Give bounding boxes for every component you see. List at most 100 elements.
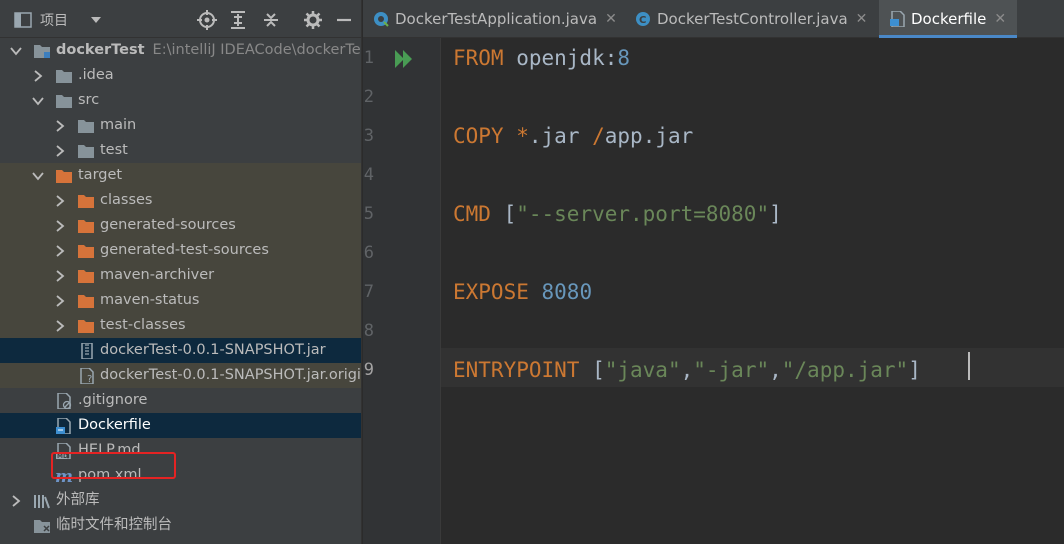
tree-item-label: target [78,167,123,183]
tab-docker-test-controller[interactable]: C DockerTestController.java ✕ [625,0,879,38]
maven-pom-icon: m [55,468,73,484]
tab-dockerfile[interactable]: Dockerfile ✕ [879,0,1017,38]
tree-item-pom-xml[interactable]: m pom.xml [0,463,361,488]
run-icon[interactable] [393,48,415,70]
code-line: COPY *.jar /app.jar [453,124,693,148]
chevron-down-icon[interactable] [10,45,22,57]
expand-all-icon[interactable] [229,10,247,30]
java-class-icon: C [636,12,650,26]
chevron-right-icon[interactable] [54,320,66,332]
tree-item-label: pom.xml [78,467,142,483]
close-icon[interactable]: ✕ [605,11,617,27]
module-folder-icon [34,45,50,58]
tree-item-generated-sources[interactable]: generated-sources [0,213,361,238]
line-number-gutter: 1 2 3 4 5 6 7 8 9 [363,38,441,544]
excluded-folder-icon [78,295,94,308]
settings-gear-icon[interactable] [303,10,323,30]
code-editor[interactable]: 123456789 FROM openjdk:8 COPY *.jar /app.… [363,38,1064,544]
svg-text:m: m [55,468,73,484]
code-token: [ [579,358,605,382]
chevron-right-icon[interactable] [54,295,66,307]
tree-item-classes[interactable]: classes [0,188,361,213]
code-token: 8080 [541,280,593,304]
tree-item-external-libraries[interactable]: 外部库 [0,488,361,513]
tree-item-dockerfile[interactable]: Dockerfile [0,413,361,438]
folder-icon [78,145,94,158]
tree-item-label: classes [100,192,153,208]
excluded-folder-icon [78,220,94,233]
tree-item-label: dockerTest-0.0.1-SNAPSHOT.jar.original [100,367,361,383]
project-view-title[interactable]: 项目 [40,10,68,30]
folder-icon [56,70,72,83]
code-token: , [769,358,782,382]
line-number: 6 [363,243,374,263]
code-token: ] [908,358,921,382]
tree-item-maven-status[interactable]: maven-status [0,288,361,313]
chevron-right-icon[interactable] [10,495,22,507]
tree-item-label: generated-sources [100,217,236,233]
chevron-down-icon[interactable] [32,95,44,107]
tree-item-test[interactable]: test [0,138,361,163]
hide-panel-icon[interactable] [336,10,352,30]
tree-item-maven-archiver[interactable]: maven-archiver [0,263,361,288]
code-token: "--server.port=8080" [516,202,770,226]
tree-item-label: 临时文件和控制台 [56,517,172,533]
chevron-right-icon[interactable] [54,270,66,282]
editor-tab-bar: DockerTestApplication.java ✕ C DockerTes… [363,0,1064,38]
tree-item-snapshot-jar[interactable]: dockerTest-0.0.1-SNAPSHOT.jar [0,338,361,363]
tree-item-test-classes[interactable]: test-classes [0,313,361,338]
tree-item-dockertest-root[interactable]: dockerTest E:\intelliJ IDEACode\dockerTes… [0,38,361,63]
svg-text:?: ? [87,374,92,384]
code-token: ] [769,202,782,226]
chevron-right-icon[interactable] [32,70,44,82]
tab-docker-test-application[interactable]: DockerTestApplication.java ✕ [363,0,625,38]
tree-item-label: 外部库 [56,492,100,508]
close-icon[interactable]: ✕ [994,11,1006,27]
excluded-folder-icon [78,320,94,333]
tree-item-label: HELP.md [78,442,141,458]
tree-item-label: maven-status [100,292,200,308]
project-view-icon[interactable] [14,10,32,30]
code-token: * [516,124,529,148]
tree-item-help-md[interactable]: MD HELP.md [0,438,361,463]
collapse-all-icon[interactable] [262,10,280,30]
chevron-down-icon[interactable] [32,170,44,182]
chevron-right-icon[interactable] [54,120,66,132]
code-token: , [680,358,694,382]
unknown-file-icon: ? [80,368,94,384]
excluded-folder-icon [78,195,94,208]
line-number: 7 [363,282,374,302]
tab-label: Dockerfile [911,10,987,28]
line-number: 9 [363,360,374,380]
close-icon[interactable]: ✕ [856,11,868,27]
tree-item-gitignore[interactable]: .gitignore [0,388,361,413]
code-line: FROM openjdk:8 [453,46,630,70]
chevron-down-icon[interactable] [90,10,102,30]
tree-item-idea[interactable]: .idea [0,63,361,88]
tree-item-scratches-consoles[interactable]: 临时文件和控制台 [0,513,361,538]
code-token: "/app.jar" [781,358,909,382]
chevron-right-icon[interactable] [54,245,66,257]
chevron-right-icon[interactable] [54,145,66,157]
locate-file-icon[interactable] [197,10,217,30]
folder-icon [56,95,72,108]
chevron-right-icon[interactable] [54,220,66,232]
jar-archive-icon [81,343,93,359]
text-caret [968,352,970,380]
library-icon [34,495,50,509]
project-toolbar: 项目 [0,0,361,38]
tab-label: DockerTestApplication.java [395,10,598,28]
tree-item-generated-test-sources[interactable]: generated-test-sources [0,238,361,263]
tree-item-label: Dockerfile [78,417,151,433]
code-token: FROM [453,46,504,70]
code-token: ENTRYPOINT [453,358,580,382]
tree-item-main[interactable]: main [0,113,361,138]
tree-item-target[interactable]: target [0,163,361,188]
tree-item-snapshot-jar-original[interactable]: ? dockerTest-0.0.1-SNAPSHOT.jar.original [0,363,361,388]
code-line: ENTRYPOINT ["java","-jar","/app.jar"] [453,358,921,382]
chevron-right-icon[interactable] [54,195,66,207]
tree-item-src[interactable]: src [0,88,361,113]
code-token: [ [490,202,517,226]
tree-item-label: dockerTest-0.0.1-SNAPSHOT.jar [100,342,326,358]
